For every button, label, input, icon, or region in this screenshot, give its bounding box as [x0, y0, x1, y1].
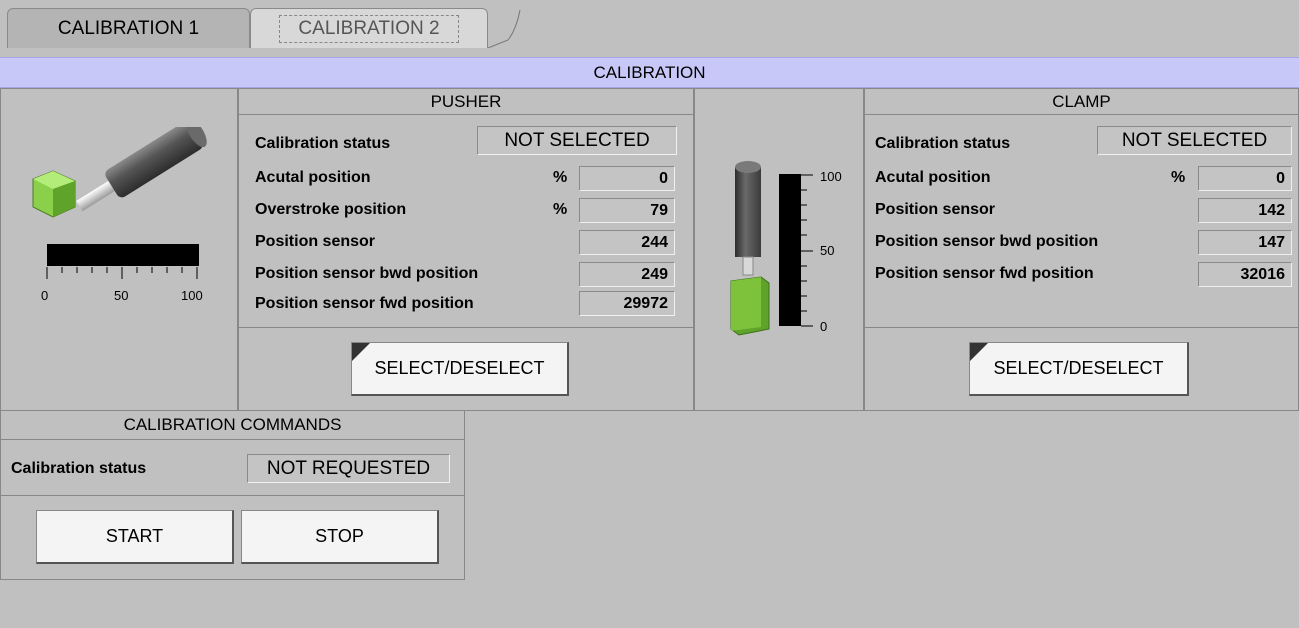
pusher-actual-position-unit: % — [553, 169, 568, 186]
pusher-actual-position-value: 0 — [579, 166, 675, 191]
pusher-title-text: PUSHER — [430, 91, 502, 111]
clamp-scale-label-0: 0 — [820, 319, 828, 334]
pusher-scale-label-0: 0 — [41, 288, 49, 303]
start-button-label: START — [105, 526, 164, 546]
clamp-actual-position-unit: % — [1171, 169, 1186, 186]
pusher-scale-label-50: 50 — [114, 288, 129, 303]
pusher-overstroke-value: 79 — [579, 198, 675, 223]
clamp-scale-label-100: 100 — [820, 169, 842, 184]
clamp-level-bar — [779, 174, 801, 326]
clamp-panel: CLAMP Calibration status NOT SELECTED Ac… — [864, 88, 1299, 411]
pusher-status-label: Calibration status — [255, 135, 391, 152]
tab-calibration-1-label: CALIBRATION 1 — [57, 17, 200, 39]
clamp-cylinder-icon — [730, 161, 770, 336]
tab-bar: CALIBRATION 1 CALIBRATION 2 — [0, 0, 1299, 56]
clamp-title-text: CLAMP — [1052, 91, 1111, 111]
calibration-commands-panel: CALIBRATION COMMANDS Calibration status … — [0, 410, 465, 580]
clamp-bwd-position-label: Position sensor bwd position — [875, 233, 1099, 250]
clamp-status-label: Calibration status — [875, 135, 1011, 152]
clamp-image-panel: 100 50 0 — [694, 88, 864, 411]
commands-title-text: CALIBRATION COMMANDS — [123, 415, 342, 434]
pusher-select-deselect-button[interactable]: SELECT/DESELECT — [351, 342, 569, 396]
pusher-actual-position-label: Acutal position — [255, 169, 371, 186]
clamp-status-value: NOT SELECTED — [1097, 126, 1292, 155]
clamp-actual-position-label: Acutal position — [875, 169, 991, 186]
pusher-fwd-position-label: Position sensor fwd position — [255, 295, 474, 312]
clamp-scale-label-50: 50 — [820, 243, 835, 258]
pusher-position-sensor-value: 244 — [579, 230, 675, 255]
commands-status-label: Calibration status — [11, 460, 147, 477]
page-title-banner: CALIBRATION — [0, 57, 1299, 88]
pusher-scale-ticks — [46, 267, 198, 279]
pusher-scale-label-100: 100 — [181, 288, 203, 303]
pusher-overstroke-unit: % — [553, 201, 568, 218]
pusher-separator — [239, 327, 693, 328]
pusher-title: PUSHER — [239, 89, 693, 115]
pusher-cylinder-icon — [32, 127, 207, 218]
clamp-position-sensor-label: Position sensor — [875, 201, 996, 218]
stop-button-label: STOP — [315, 526, 364, 546]
clamp-fwd-position-value: 32016 — [1198, 262, 1292, 287]
button-corner-icon — [352, 343, 370, 361]
clamp-select-deselect-button[interactable]: SELECT/DESELECT — [969, 342, 1189, 396]
clamp-select-deselect-label: SELECT/DESELECT — [993, 358, 1164, 378]
pusher-level-bar — [47, 244, 199, 266]
tab-calibration-2-label: CALIBRATION 2 — [279, 14, 459, 43]
pusher-panel: PUSHER Calibration status NOT SELECTED A… — [238, 88, 694, 411]
pusher-position-sensor-label: Position sensor — [255, 233, 376, 250]
pusher-bwd-position-label: Position sensor bwd position — [255, 265, 479, 282]
tab-calibration-2[interactable]: CALIBRATION 2 — [250, 8, 488, 48]
start-button[interactable]: START — [36, 510, 234, 564]
pusher-bwd-position-value: 249 — [579, 262, 675, 287]
clamp-fwd-position-label: Position sensor fwd position — [875, 265, 1094, 282]
page-title: CALIBRATION — [593, 62, 706, 82]
pusher-overstroke-label: Overstroke position — [255, 201, 407, 218]
tab-calibration-1[interactable]: CALIBRATION 1 — [7, 8, 250, 48]
clamp-bwd-position-value: 147 — [1198, 230, 1292, 255]
commands-title: CALIBRATION COMMANDS — [1, 411, 464, 440]
button-corner-icon — [970, 343, 988, 361]
pusher-fwd-position-value: 29972 — [579, 291, 675, 316]
pusher-image-panel: 0 50 100 — [0, 88, 238, 411]
stop-button[interactable]: STOP — [241, 510, 439, 564]
clamp-position-sensor-value: 142 — [1198, 198, 1292, 223]
pusher-select-deselect-label: SELECT/DESELECT — [374, 358, 545, 378]
commands-separator — [1, 495, 464, 496]
tab-end-decoration — [487, 10, 521, 48]
pusher-status-value: NOT SELECTED — [477, 126, 677, 155]
clamp-scale-ticks — [801, 174, 813, 327]
clamp-actual-position-value: 0 — [1198, 166, 1292, 191]
clamp-separator — [865, 327, 1298, 328]
commands-status-value: NOT REQUESTED — [247, 454, 450, 483]
clamp-title: CLAMP — [865, 89, 1298, 115]
